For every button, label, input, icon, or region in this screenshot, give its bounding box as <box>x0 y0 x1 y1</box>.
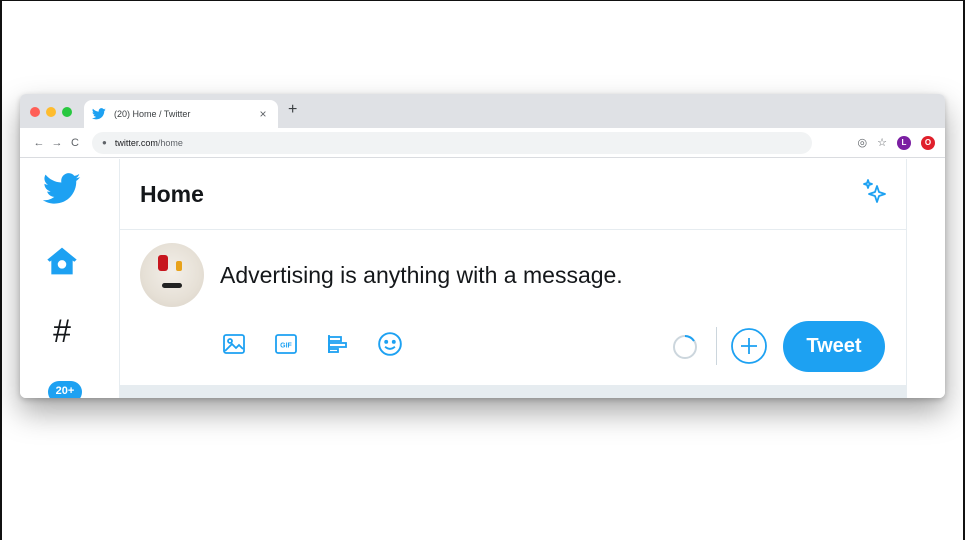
composer-divider <box>716 327 717 365</box>
twitter-page: # 20+ Home Advertising is anything with … <box>20 159 945 398</box>
feed-separator <box>120 385 906 398</box>
browser-window: (20) Home / Twitter × + ← → C ● twitter.… <box>20 94 945 398</box>
avatar[interactable] <box>140 243 204 307</box>
avatar-detail <box>158 255 168 271</box>
emoji-icon[interactable] <box>376 330 404 358</box>
reload-button[interactable]: C <box>66 137 84 149</box>
url-host: twitter.com <box>114 137 158 148</box>
browser-toolbar: ← → C ● twitter.com/home ◎ ☆ L O <box>20 128 945 158</box>
close-window-button[interactable] <box>30 107 40 117</box>
twitter-bird-icon[interactable] <box>42 171 82 207</box>
notifications-badge[interactable]: 20+ <box>48 381 82 398</box>
tab-close-icon[interactable]: × <box>256 107 270 121</box>
profile-avatar[interactable]: L <box>897 135 911 150</box>
bookmark-star-icon[interactable]: ☆ <box>877 136 887 149</box>
maximize-window-button[interactable] <box>62 107 72 117</box>
url-path: /home <box>157 137 183 148</box>
opera-extension-icon[interactable]: O <box>921 135 935 150</box>
home-icon[interactable] <box>42 243 82 279</box>
minimize-window-button[interactable] <box>46 107 56 117</box>
new-tab-button[interactable]: + <box>288 101 297 119</box>
back-button[interactable]: ← <box>30 137 48 149</box>
main-column: Home Advertising is anything with a mess… <box>119 159 907 398</box>
tab-title: (20) Home / Twitter <box>114 109 191 119</box>
tab-twitter-home[interactable]: (20) Home / Twitter × <box>84 100 278 128</box>
explore-hash-icon[interactable]: # <box>42 313 82 349</box>
tweet-composer: Advertising is anything with a message. … <box>120 230 906 385</box>
avatar-detail <box>176 261 182 271</box>
tweet-button[interactable]: Tweet <box>783 321 885 372</box>
plus-circle-icon[interactable] <box>730 327 768 365</box>
timeline-header: Home <box>120 159 906 230</box>
address-bar[interactable]: ● twitter.com/home <box>92 131 812 154</box>
twitter-favicon-icon <box>92 108 106 120</box>
extension-icon[interactable]: ◎ <box>858 136 868 149</box>
composer-actions: GIF <box>220 330 404 358</box>
forward-button[interactable]: → <box>48 137 66 149</box>
gif-label: GIF <box>280 343 292 350</box>
character-counter-icon <box>672 334 698 360</box>
tab-strip: (20) Home / Twitter × + <box>20 94 945 128</box>
sidebar-nav: # 20+ <box>20 159 119 398</box>
image-icon[interactable] <box>220 330 248 358</box>
avatar-detail <box>162 283 182 288</box>
page-title: Home <box>140 181 204 207</box>
toolbar-icons: ◎ ☆ L O <box>858 135 945 150</box>
poll-icon[interactable] <box>324 330 352 358</box>
lock-icon: ● <box>102 138 107 147</box>
sparkle-icon[interactable] <box>860 177 890 207</box>
tweet-input[interactable]: Advertising is anything with a message. <box>220 262 623 289</box>
gif-icon[interactable]: GIF <box>272 330 300 358</box>
url-text: twitter.com/home <box>115 138 183 148</box>
